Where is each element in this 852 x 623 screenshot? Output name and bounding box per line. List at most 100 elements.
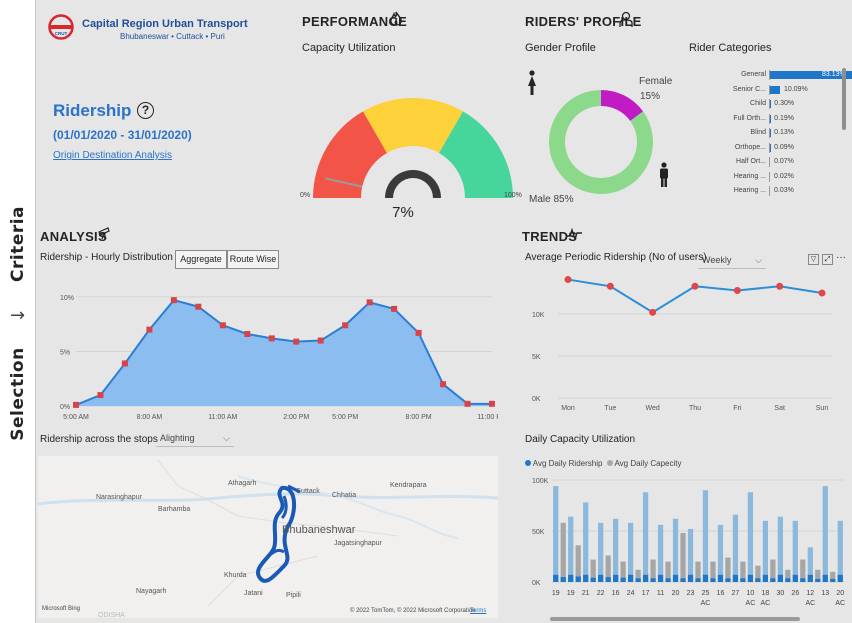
capacity-bar[interactable] (613, 518, 619, 582)
ridership-bar[interactable] (822, 574, 828, 582)
ridership-bar[interactable] (710, 578, 716, 582)
ridership-bar[interactable] (672, 574, 679, 582)
ridership-bar[interactable] (605, 577, 611, 582)
ridership-bar[interactable] (665, 578, 671, 582)
hourly-point[interactable] (342, 322, 349, 329)
ridership-bar[interactable] (590, 577, 596, 582)
stops-map[interactable]: Athagarh Kendrapara Narasinghapur Barhamba C… (38, 456, 498, 618)
ridership-bar[interactable] (777, 574, 783, 582)
hourly-point[interactable] (244, 331, 251, 337)
selection-tab[interactable]: Selection (8, 347, 28, 440)
route-wise-button[interactable]: Route Wise (227, 250, 279, 269)
hourly-point[interactable] (391, 305, 398, 312)
hourly-point[interactable] (97, 392, 104, 399)
ridership-bar[interactable] (635, 578, 641, 582)
question-circle-icon[interactable]: ? (137, 102, 154, 119)
ridership-bar[interactable] (613, 574, 619, 582)
weekly-point[interactable] (564, 276, 572, 284)
ridership-bar[interactable] (792, 574, 798, 582)
ridership-bar[interactable] (800, 578, 806, 582)
hourly-point[interactable] (170, 297, 177, 304)
capacity-bar[interactable] (777, 516, 783, 582)
hourly-point[interactable] (73, 401, 79, 408)
capacity-bar[interactable] (837, 520, 843, 582)
ridership-bar[interactable] (770, 578, 776, 582)
ridership-bar[interactable] (747, 574, 754, 582)
capacity-bar[interactable] (702, 490, 709, 582)
hourly-point[interactable] (489, 400, 495, 407)
categories-scrollbar[interactable] (842, 68, 846, 130)
capacity-bar[interactable] (642, 492, 649, 582)
weekly-point[interactable] (818, 289, 826, 297)
ridership-bar[interactable] (695, 578, 701, 582)
period-dropdown[interactable]: Weekly ⌵ (698, 252, 766, 269)
capacity-bar[interactable] (822, 486, 828, 582)
ridership-bar[interactable] (620, 577, 626, 582)
more-options-icon[interactable]: ··· (836, 252, 846, 263)
hourly-point[interactable] (440, 381, 447, 388)
weekly-point[interactable] (733, 286, 741, 294)
weekly-point[interactable] (649, 308, 657, 316)
capacity-bar[interactable] (747, 492, 754, 582)
hourly-point[interactable] (195, 303, 202, 310)
map-terms-link[interactable]: Terms (470, 608, 486, 614)
capacity-bar[interactable] (762, 520, 769, 582)
filter-icon[interactable]: ▽ (808, 254, 819, 265)
ridership-bar[interactable] (807, 574, 813, 582)
hourly-point[interactable] (293, 338, 300, 345)
capacity-bar[interactable] (792, 520, 798, 582)
criteria-tab[interactable]: Criteria (8, 206, 28, 282)
hourly-point[interactable] (415, 329, 422, 336)
arrow-right-icon[interactable]: → (10, 305, 25, 326)
capacity-bar[interactable] (560, 522, 566, 582)
weekly-point[interactable] (776, 282, 784, 290)
capacity-bar[interactable] (627, 522, 634, 582)
ridership-bar[interactable] (762, 574, 769, 582)
ridership-bar[interactable] (702, 574, 709, 582)
ridership-bar[interactable] (598, 574, 604, 582)
capacity-bar[interactable] (568, 516, 574, 582)
ridership-bar[interactable] (717, 574, 724, 582)
weekly-point[interactable] (691, 282, 699, 290)
hourly-point[interactable] (146, 326, 153, 333)
capacity-bar[interactable] (598, 522, 604, 582)
hourly-point[interactable] (121, 360, 128, 367)
capacity-bar[interactable] (553, 486, 559, 582)
hourly-point[interactable] (268, 335, 275, 342)
ridership-bar[interactable] (830, 578, 836, 582)
capacity-bar[interactable] (687, 528, 694, 582)
ridership-bar[interactable] (687, 574, 694, 582)
hourly-point[interactable] (219, 322, 226, 329)
hourly-point[interactable] (464, 400, 471, 407)
ridership-bar[interactable] (815, 578, 821, 582)
stops-dropdown[interactable]: Alighting ⌵ (156, 430, 234, 447)
ridership-bar[interactable] (650, 578, 656, 582)
capacity-bar[interactable] (680, 533, 686, 582)
ridership-bar[interactable] (732, 574, 739, 582)
ridership-bar[interactable] (680, 578, 686, 582)
ridership-bar[interactable] (785, 578, 791, 582)
capacity-bar[interactable] (583, 502, 589, 582)
origin-destination-link[interactable]: Origin Destination Analysis (53, 150, 172, 161)
ridership-bar[interactable] (560, 577, 566, 582)
ridership-bar[interactable] (568, 574, 574, 582)
ridership-bar[interactable] (725, 578, 731, 582)
daily-chart-scrollbar[interactable] (550, 617, 800, 621)
weekly-point[interactable] (606, 282, 614, 290)
capacity-bar[interactable] (672, 518, 679, 582)
ridership-bar[interactable] (642, 574, 649, 582)
hourly-point[interactable] (317, 337, 324, 344)
ridership-bar[interactable] (657, 574, 664, 582)
ridership-bar[interactable] (575, 576, 581, 582)
ridership-bar[interactable] (583, 574, 589, 582)
ridership-bar[interactable] (553, 574, 559, 582)
capacity-bar[interactable] (717, 524, 724, 582)
ridership-bar[interactable] (740, 578, 746, 582)
ridership-bar[interactable] (627, 574, 634, 582)
ridership-bar[interactable] (837, 574, 843, 582)
hourly-point[interactable] (366, 299, 373, 306)
capacity-bar[interactable] (657, 524, 664, 582)
aggregate-button[interactable]: Aggregate (175, 250, 227, 269)
capacity-bar[interactable] (732, 514, 739, 582)
focus-mode-icon[interactable]: ⤢ (822, 254, 833, 265)
